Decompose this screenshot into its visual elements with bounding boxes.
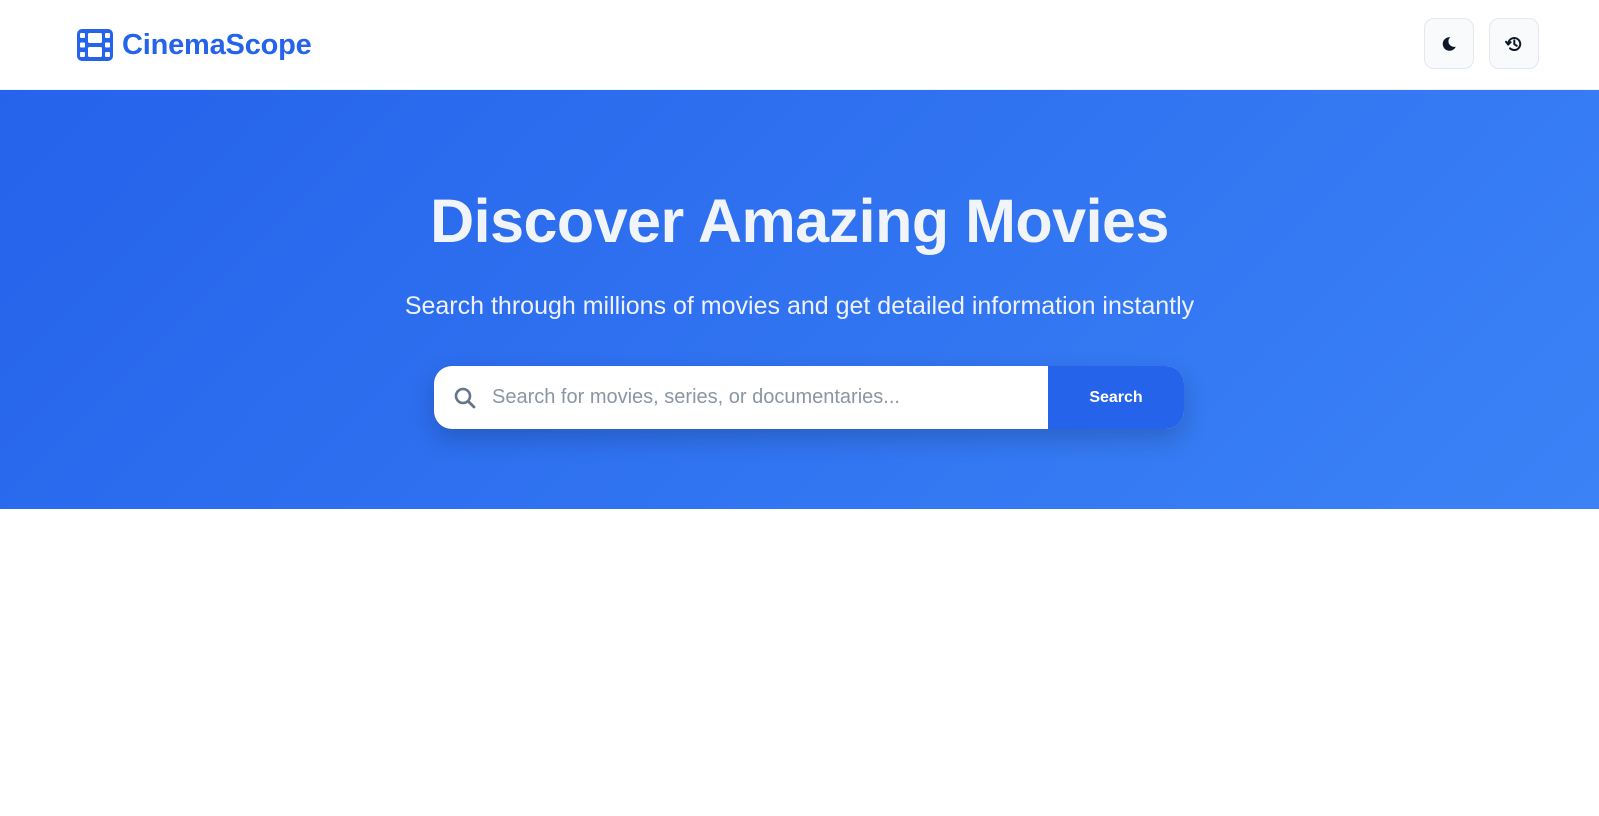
hero-section: Discover Amazing Movies Search through m… xyxy=(0,90,1599,509)
brand-name: CinemaScope xyxy=(122,28,312,61)
film-icon xyxy=(77,29,113,61)
search-icon xyxy=(454,387,476,409)
history-button[interactable] xyxy=(1489,18,1539,69)
theme-toggle-button[interactable] xyxy=(1424,18,1474,69)
history-icon xyxy=(1505,36,1522,51)
search-input[interactable] xyxy=(492,366,1082,429)
search-form: Search xyxy=(434,366,1184,429)
search-button[interactable]: Search xyxy=(1048,366,1184,429)
hero-title: Discover Amazing Movies xyxy=(430,187,1169,255)
brand-logo[interactable]: CinemaScope xyxy=(77,26,312,64)
hero-subtitle: Search through millions of movies and ge… xyxy=(404,292,1195,320)
moon-icon xyxy=(1442,36,1456,51)
results-area xyxy=(0,509,1599,816)
navbar: CinemaScope xyxy=(0,0,1599,90)
